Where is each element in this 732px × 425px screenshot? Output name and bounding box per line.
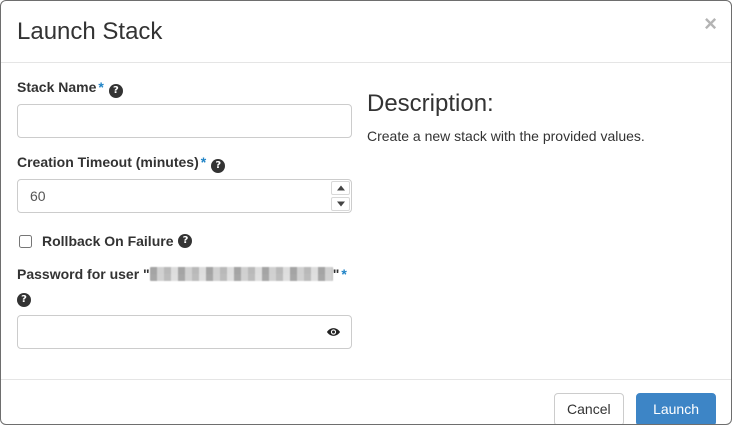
required-marker: * [341, 266, 346, 282]
stack-name-group: Stack Name*? [17, 78, 352, 138]
launch-stack-modal: Launch Stack × Stack Name*? Creation Tim… [0, 0, 732, 425]
description-text: Create a new stack with the provided val… [367, 128, 715, 144]
cancel-button[interactable]: Cancel [554, 393, 624, 425]
spinner-down-icon[interactable] [331, 197, 350, 211]
close-icon[interactable]: × [704, 13, 717, 35]
redacted-username [150, 267, 333, 281]
rollback-label: Rollback On Failure [42, 233, 173, 249]
help-icon[interactable]: ? [178, 234, 192, 248]
rollback-checkbox[interactable] [19, 235, 32, 248]
password-label: Password for user ""* [17, 265, 352, 283]
password-input[interactable] [17, 315, 352, 349]
creation-timeout-field [17, 179, 352, 213]
required-marker: * [201, 154, 206, 170]
creation-timeout-label: Creation Timeout (minutes)*? [17, 153, 352, 173]
rollback-group: Rollback On Failure ? [19, 233, 352, 249]
password-group: Password for user ""* ? [17, 265, 352, 348]
modal-header: Launch Stack × [1, 1, 731, 63]
description-heading: Description: [367, 90, 715, 118]
help-icon[interactable]: ? [17, 293, 31, 307]
launch-button[interactable]: Launch [636, 393, 716, 425]
password-field [17, 315, 352, 349]
eye-icon[interactable] [325, 323, 342, 340]
help-icon[interactable]: ? [109, 84, 123, 98]
password-help-line: ? [17, 288, 352, 307]
required-marker: * [98, 79, 103, 95]
creation-timeout-group: Creation Timeout (minutes)*? [17, 153, 352, 213]
modal-footer: Cancel Launch [1, 379, 731, 425]
description-column: Description: Create a new stack with the… [367, 78, 715, 363]
creation-timeout-input[interactable] [17, 179, 352, 213]
spinner-up-icon[interactable] [331, 181, 350, 195]
modal-title: Launch Stack [17, 16, 715, 48]
stack-name-input[interactable] [17, 104, 352, 138]
modal-body: Stack Name*? Creation Timeout (minutes)*… [1, 63, 731, 378]
form-column: Stack Name*? Creation Timeout (minutes)*… [17, 78, 352, 363]
help-icon[interactable]: ? [211, 159, 225, 173]
number-spinner [330, 180, 351, 212]
stack-name-label: Stack Name*? [17, 78, 352, 98]
